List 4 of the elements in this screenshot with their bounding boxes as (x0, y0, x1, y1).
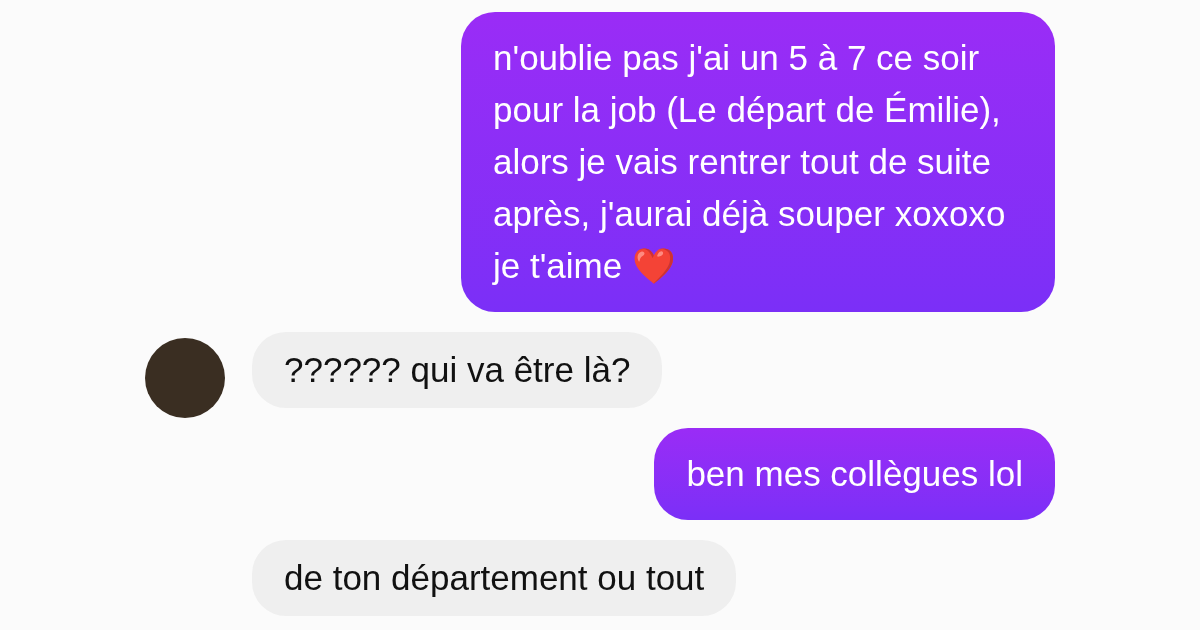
received-message-bubble: ?????? qui va être là? (252, 332, 663, 408)
sent-message-bubble: ben mes collègues lol (654, 428, 1055, 520)
sent-message-bubble: n'oublie pas j'ai un 5 à 7 ce soir pour la job (Le départ de Émilie), alors je vais rentrer tout de suite après, j'aurai déjà souper xoxoxo je t'aime ❤ (461, 12, 1055, 312)
received-message-bubble: de ton département ou tout (252, 540, 737, 616)
